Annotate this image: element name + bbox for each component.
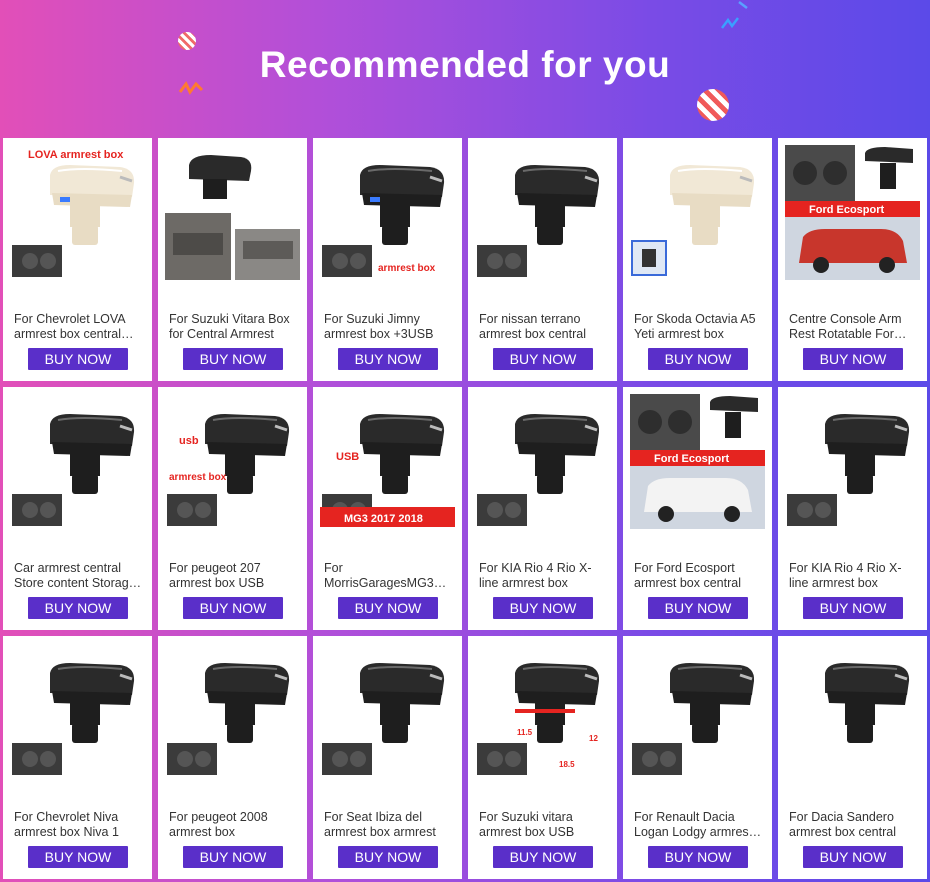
product-card[interactable]: For Skoda Octavia A5 Yeti armrest box BUY… (623, 138, 772, 381)
image-label: 18.5 (559, 760, 575, 769)
product-title[interactable]: For Seat Ibiza del armrest box armrest (324, 810, 454, 840)
image-label: 12 (589, 734, 598, 743)
product-grid: LOVA armrest box For Chevrolet LOVA armre… (3, 138, 927, 879)
buy-now-button[interactable]: BUY NOW (28, 597, 128, 619)
product-title[interactable]: For Dacia Sandero armrest box central (789, 810, 919, 840)
squiggle-icon (721, 17, 739, 29)
image-label: Ford Ecosport (654, 453, 730, 465)
product-title[interactable]: For Chevrolet LOVA armrest box central S… (14, 312, 144, 342)
buy-now-button[interactable]: BUY NOW (803, 846, 903, 868)
product-card[interactable]: armrest box For Suzuki Jimny armrest box … (313, 138, 462, 381)
product-card[interactable]: For peugeot 2008 armrest box BUY NOW (158, 636, 307, 879)
image-label: 11.5 (517, 728, 533, 737)
product-image[interactable] (165, 643, 300, 778)
buy-now-button[interactable]: BUY NOW (803, 597, 903, 619)
product-image[interactable] (630, 145, 765, 280)
banner-header: Recommended for you (0, 0, 930, 138)
product-image[interactable] (165, 145, 300, 280)
product-card[interactable]: Car armrest central Store content Storag… (3, 387, 152, 630)
image-label: USB (336, 451, 359, 463)
product-card[interactable]: USB MG3 2017 2018 For MorrisGaragesMG3 arm… (313, 387, 462, 630)
product-title[interactable]: Car armrest central Store content Storag… (14, 561, 144, 591)
image-label: MG3 2017 2018 (344, 513, 423, 525)
product-title[interactable]: For MorrisGaragesMG3 armrest box (324, 561, 454, 591)
buy-now-button[interactable]: BUY NOW (183, 597, 283, 619)
buy-now-button[interactable]: BUY NOW (803, 348, 903, 370)
product-title[interactable]: For Ford Ecosport armrest box central (634, 561, 764, 591)
product-image[interactable]: armrest box (320, 145, 455, 280)
product-title[interactable]: For Suzuki Vitara Box for Central Armres… (169, 312, 299, 342)
buy-now-button[interactable]: BUY NOW (338, 348, 438, 370)
product-card[interactable]: usb armrest box For peugeot 207 armrest bo… (158, 387, 307, 630)
page-title: Recommended for you (259, 44, 671, 85)
product-card[interactable]: For Renault Dacia Logan Lodgy armrest bo… (623, 636, 772, 879)
product-title[interactable]: Centre Console Arm Rest Rotatable For Fo… (789, 312, 919, 342)
product-card[interactable]: For nissan terrano armrest box central BU… (468, 138, 617, 381)
striped-ball-icon (697, 89, 729, 121)
product-title[interactable]: For Chevrolet Niva armrest box Niva 1 (14, 810, 144, 840)
product-title[interactable]: For peugeot 2008 armrest box (169, 810, 299, 840)
product-image[interactable] (10, 643, 145, 778)
product-title[interactable]: For KIA Rio 4 Rio X-line armrest box (479, 561, 609, 591)
product-image[interactable]: LOVA armrest box (10, 145, 145, 280)
product-title[interactable]: For Suzuki Jimny armrest box +3USB (324, 312, 454, 342)
product-title[interactable]: For nissan terrano armrest box central (479, 312, 609, 342)
product-image[interactable] (10, 394, 145, 529)
product-card[interactable]: For Seat Ibiza del armrest box armrest BU… (313, 636, 462, 879)
product-image[interactable]: usb armrest box (165, 394, 300, 529)
image-label: armrest box (378, 263, 436, 274)
product-image[interactable] (785, 643, 920, 778)
product-image[interactable]: 11.5 12 18.5 (475, 643, 610, 778)
buy-now-button[interactable]: BUY NOW (28, 348, 128, 370)
product-image[interactable] (475, 145, 610, 280)
image-label: LOVA armrest box (28, 149, 124, 161)
product-image[interactable] (320, 643, 455, 778)
buy-now-button[interactable]: BUY NOW (648, 597, 748, 619)
buy-now-button[interactable]: BUY NOW (648, 846, 748, 868)
product-card[interactable]: Ford Ecosport For Ford Ecosport armrest b… (623, 387, 772, 630)
buy-now-button[interactable]: BUY NOW (493, 348, 593, 370)
product-title[interactable]: For Renault Dacia Logan Lodgy armrest bo… (634, 810, 764, 840)
product-card[interactable]: LOVA armrest box For Chevrolet LOVA armre… (3, 138, 152, 381)
product-image[interactable]: Ford Ecosport (630, 394, 765, 529)
image-label: armrest box (169, 472, 227, 483)
product-card[interactable]: For KIA Rio 4 Rio X-line armrest box BUY … (778, 387, 927, 630)
buy-now-button[interactable]: BUY NOW (648, 348, 748, 370)
buy-now-button[interactable]: BUY NOW (338, 597, 438, 619)
product-title[interactable]: For KIA Rio 4 Rio X-line armrest box (789, 561, 919, 591)
buy-now-button[interactable]: BUY NOW (183, 348, 283, 370)
product-card[interactable]: 11.5 12 18.5 For Suzuki vitara armrest box … (468, 636, 617, 879)
product-title[interactable]: For Suzuki vitara armrest box USB (479, 810, 609, 840)
image-label: Ford Ecosport (809, 204, 885, 216)
buy-now-button[interactable]: BUY NOW (493, 846, 593, 868)
product-card[interactable]: For Suzuki Vitara Box for Central Armres… (158, 138, 307, 381)
buy-now-button[interactable]: BUY NOW (28, 846, 128, 868)
product-title[interactable]: For peugeot 207 armrest box USB (169, 561, 299, 591)
buy-now-button[interactable]: BUY NOW (493, 597, 593, 619)
product-image[interactable]: USB MG3 2017 2018 (320, 394, 455, 529)
confetti-icon (738, 1, 748, 9)
product-image[interactable] (630, 643, 765, 778)
product-card[interactable]: For Dacia Sandero armrest box central BUY… (778, 636, 927, 879)
image-label: usb (179, 435, 199, 447)
product-card[interactable]: For Chevrolet Niva armrest box Niva 1 BUY… (3, 636, 152, 879)
product-card[interactable]: For KIA Rio 4 Rio X-line armrest box BUY … (468, 387, 617, 630)
product-image[interactable] (785, 394, 920, 529)
product-card[interactable]: Ford Ecosport Centre Console Arm Rest Rot… (778, 138, 927, 381)
buy-now-button[interactable]: BUY NOW (183, 846, 283, 868)
product-image[interactable]: Ford Ecosport (785, 145, 920, 280)
product-title[interactable]: For Skoda Octavia A5 Yeti armrest box (634, 312, 764, 342)
product-image[interactable] (475, 394, 610, 529)
buy-now-button[interactable]: BUY NOW (338, 846, 438, 868)
